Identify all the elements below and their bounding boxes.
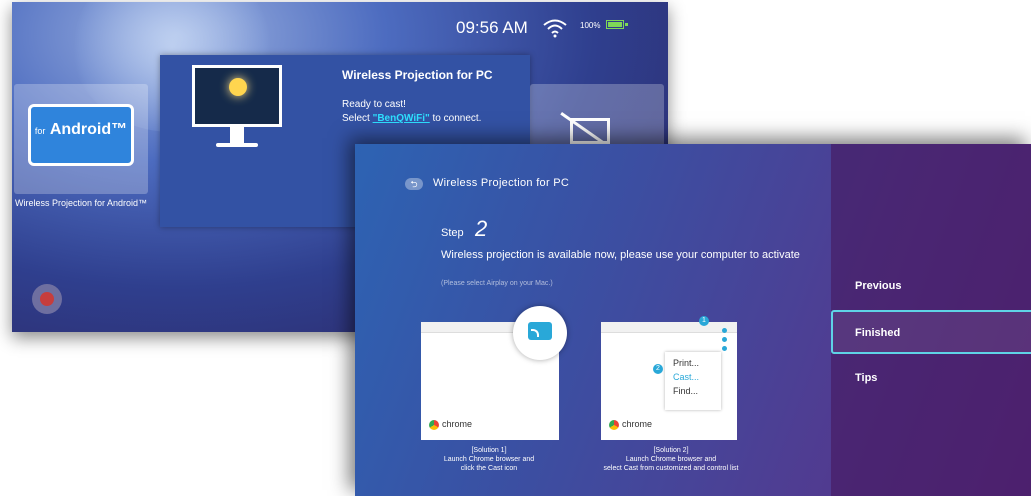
chrome-icon — [429, 420, 439, 430]
step-label: Step — [441, 227, 464, 239]
pc-card-title: Wireless Projection for PC — [342, 68, 493, 82]
finished-button[interactable]: Finished — [855, 327, 900, 339]
previous-button[interactable]: Previous — [855, 280, 901, 292]
caption-line: select Cast from customized and control … — [603, 465, 739, 472]
select-prefix: Select — [342, 113, 373, 124]
android-text: Android™ — [49, 121, 128, 138]
android-phone-icon: for Android™ — [28, 104, 134, 166]
chrome-label: chrome — [442, 419, 473, 430]
menu-dot — [722, 346, 727, 351]
back-icon[interactable]: ⮌ — [405, 178, 423, 190]
android-projection-tile[interactable]: for Android™ — [14, 84, 148, 194]
menu-dot — [722, 337, 727, 342]
battery-tip — [625, 23, 628, 26]
step-badge-2: 2 — [653, 364, 663, 374]
for-text: for — [34, 126, 46, 136]
monitor-base — [216, 143, 258, 147]
page-title: Wireless Projection for PC — [433, 177, 570, 189]
solution1-caption: [Solution 1] Launch Chrome browser and c… — [399, 446, 579, 473]
cast-icon — [528, 322, 552, 340]
wireless-projection-pc-screen: ⮌ Wireless Projection for PC Step 2 Wire… — [355, 144, 1031, 496]
android-tile-caption: Wireless Projection for Android™ — [14, 198, 148, 208]
sub-instruction: (Please select Airplay on your Mac.) — [441, 280, 553, 287]
connect-instruction: Select "BenQWiFi" to connect. — [342, 113, 481, 124]
chrome-brand: chrome — [429, 419, 472, 430]
cast-button-highlight — [513, 306, 567, 360]
clock: 09:56 AM — [456, 18, 528, 37]
caption-line: Launch Chrome browser and — [443, 456, 535, 463]
tips-button[interactable]: Tips — [855, 372, 877, 384]
battery-icon — [606, 20, 624, 29]
step-number: 2 — [475, 216, 488, 241]
caption-line: [Solution 2] — [653, 447, 689, 454]
monitor-screen — [192, 65, 282, 127]
caption-line: Launch Chrome browser and — [625, 456, 717, 463]
caption-line: click the Cast icon — [460, 465, 518, 472]
caption-line: [Solution 1] — [471, 447, 507, 454]
monitor-icon — [192, 65, 282, 157]
menu-dot — [722, 328, 727, 333]
instruction-text: Wireless projection is available now, pl… — [441, 249, 800, 261]
wifi-icon — [543, 19, 567, 38]
battery-percent: 100% — [580, 21, 601, 30]
home-logo-icon[interactable] — [32, 284, 62, 314]
chrome-label: chrome — [622, 419, 653, 430]
ready-text: Ready to cast! — [342, 99, 406, 110]
chrome-brand: chrome — [609, 419, 652, 430]
chrome-context-menu: Print... Cast... Find... — [665, 352, 721, 410]
menu-item-cast: Cast... — [673, 372, 700, 382]
monitor-stand — [230, 127, 244, 143]
lightbulb-icon — [229, 78, 247, 96]
step-badge-1: 1 — [699, 316, 709, 326]
menu-item-find: Find... — [673, 386, 699, 396]
solution2-caption: [Solution 2] Launch Chrome browser and s… — [581, 446, 761, 473]
connect-suffix: to connect. — [429, 113, 482, 124]
chrome-icon — [609, 420, 619, 430]
wifi-ssid: "BenQWiFi" — [372, 113, 430, 124]
menu-item-print: Print... — [673, 358, 700, 368]
